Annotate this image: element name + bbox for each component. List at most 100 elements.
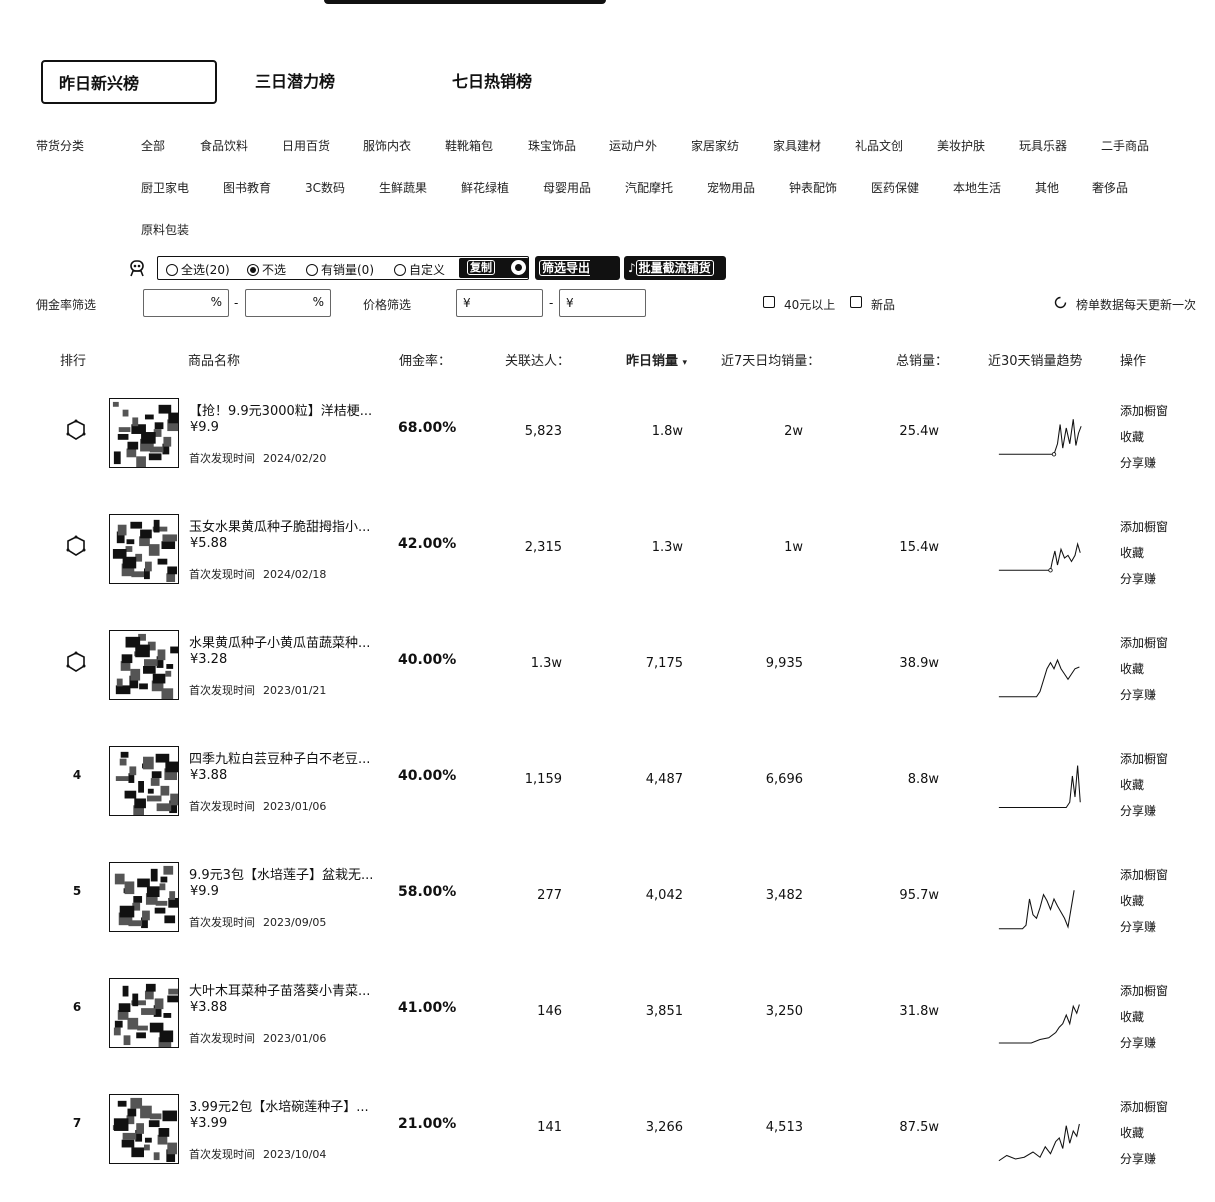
sales-trend-sparkline xyxy=(998,541,1081,573)
rank-medal-icon xyxy=(66,535,86,556)
category-item[interactable]: 其他 xyxy=(1035,179,1059,196)
category-item[interactable]: 汽配摩托 xyxy=(625,179,673,196)
over-40-checkbox[interactable] xyxy=(763,296,775,308)
category-item[interactable]: 服饰内衣 xyxy=(363,137,411,154)
product-thumbnail[interactable] xyxy=(109,746,179,816)
share-earn-link[interactable]: 分享赚 xyxy=(1120,1034,1156,1051)
product-price: ¥3.99 xyxy=(190,1116,228,1131)
category-item[interactable]: 厨卫家电 xyxy=(141,179,189,196)
batch-listing-button[interactable]: ♪ 批量截流铺货 xyxy=(624,256,726,280)
product-thumbnail[interactable] xyxy=(109,862,179,932)
category-item[interactable]: 全部 xyxy=(141,137,165,154)
category-item[interactable]: 玩具乐器 xyxy=(1019,137,1067,154)
share-earn-link[interactable]: 分享赚 xyxy=(1120,1150,1156,1167)
tab-yesterday-rising[interactable]: 昨日新兴榜 xyxy=(41,60,217,104)
yesterday-sales: 3,851 xyxy=(645,1004,683,1019)
category-item[interactable]: 原料包装 xyxy=(141,221,189,238)
favorite-link[interactable]: 收藏 xyxy=(1120,776,1144,793)
header-creators[interactable]: 关联达人： xyxy=(505,350,570,369)
table-row: 7 3.99元2包【水培碗莲种子】... ¥3.99 首次发现时间 2023/10/04… xyxy=(0,1086,1215,1202)
share-earn-link[interactable]: 分享赚 xyxy=(1120,454,1156,471)
new-item-checkbox[interactable] xyxy=(850,296,862,308)
category-item[interactable]: 运动户外 xyxy=(609,137,657,154)
product-title[interactable]: 四季九粒白芸豆种子白不老豆... xyxy=(189,748,389,767)
add-to-showcase-link[interactable]: 添加橱窗 xyxy=(1120,518,1168,535)
product-title[interactable]: 3.99元2包【水培碗莲种子】... xyxy=(189,1096,389,1115)
category-item[interactable]: 生鲜蔬果 xyxy=(379,179,427,196)
product-thumbnail[interactable] xyxy=(109,514,179,584)
category-item[interactable]: 家居家纺 xyxy=(691,137,739,154)
add-to-showcase-link[interactable]: 添加橱窗 xyxy=(1120,1098,1168,1115)
product-title[interactable]: 大叶木耳菜种子苗落葵小青菜... xyxy=(189,980,389,999)
radio-select-custom[interactable]: 自定义 xyxy=(394,261,445,278)
radio-select-has-sales[interactable]: 有销量(0) xyxy=(306,261,374,278)
share-earn-link[interactable]: 分享赚 xyxy=(1120,802,1156,819)
category-item[interactable]: 宠物用品 xyxy=(707,179,755,196)
favorite-link[interactable]: 收藏 xyxy=(1120,428,1144,445)
commission-max-input[interactable]: % xyxy=(245,289,331,317)
category-item[interactable]: 日用百货 xyxy=(282,137,330,154)
commission-min-input[interactable]: % xyxy=(143,289,229,317)
commission-rate: 42.00% xyxy=(398,536,457,552)
category-item[interactable]: 二手商品 xyxy=(1101,137,1149,154)
share-earn-link[interactable]: 分享赚 xyxy=(1120,570,1156,587)
product-thumbnail[interactable] xyxy=(109,1094,179,1164)
category-item[interactable]: 母婴用品 xyxy=(543,179,591,196)
gear-icon[interactable] xyxy=(511,260,526,275)
category-item[interactable]: 珠宝饰品 xyxy=(528,137,576,154)
product-thumbnail[interactable] xyxy=(109,978,179,1048)
favorite-link[interactable]: 收藏 xyxy=(1120,660,1144,677)
product-thumbnail[interactable] xyxy=(109,630,179,700)
radio-select-none[interactable]: 不选 xyxy=(247,261,286,278)
yesterday-sales: 1.8w xyxy=(651,424,683,439)
linked-creators: 1.3w xyxy=(530,656,562,671)
category-item[interactable]: 钟表配饰 xyxy=(789,179,837,196)
category-item[interactable]: 鞋靴箱包 xyxy=(445,137,493,154)
tab-three-day-potential[interactable]: 三日潜力榜 xyxy=(255,60,335,104)
category-item[interactable]: 3C数码 xyxy=(305,179,345,196)
add-to-showcase-link[interactable]: 添加橱窗 xyxy=(1120,750,1168,767)
product-title[interactable]: 【抢！9.9元3000粒】洋桔梗... xyxy=(189,400,389,419)
favorite-link[interactable]: 收藏 xyxy=(1120,1124,1144,1141)
header-yesterday-sales[interactable]: 昨日销量 ▾ xyxy=(626,350,687,369)
table-row: 5 9.9元3包【水培莲子】盆栽无... ¥9.9 首次发现时间 2023/09/05 5… xyxy=(0,854,1215,970)
tab-seven-day-hot[interactable]: 七日热销榜 xyxy=(452,60,532,104)
seven-day-avg-sales: 1w xyxy=(784,540,803,555)
yesterday-sales: 4,042 xyxy=(645,888,683,903)
category-item[interactable]: 医药保健 xyxy=(871,179,919,196)
favorite-link[interactable]: 收藏 xyxy=(1120,544,1144,561)
sort-desc-icon[interactable]: ▾ xyxy=(683,358,688,368)
header-7day-avg[interactable]: 近7天日均销量： xyxy=(721,350,820,369)
category-item[interactable]: 礼品文创 xyxy=(855,137,903,154)
header-commission[interactable]: 佣金率： xyxy=(399,350,451,369)
favorite-link[interactable]: 收藏 xyxy=(1120,1008,1144,1025)
product-title[interactable]: 玉女水果黄瓜种子脆甜拇指小... xyxy=(189,516,389,535)
first-found-time: 首次发现时间 2023/10/04 xyxy=(189,1148,327,1161)
category-item[interactable]: 鲜花绿植 xyxy=(461,179,509,196)
category-item[interactable]: 本地生活 xyxy=(953,179,1001,196)
header-total-sales[interactable]: 总销量： xyxy=(896,350,948,369)
price-max-input[interactable]: ¥ xyxy=(559,289,646,317)
add-to-showcase-link[interactable]: 添加橱窗 xyxy=(1120,402,1168,419)
product-title[interactable]: 9.9元3包【水培莲子】盆栽无... xyxy=(189,864,389,883)
radio-select-all[interactable]: 全选(20) xyxy=(166,261,230,278)
refresh-icon xyxy=(1054,296,1067,309)
product-thumbnail[interactable] xyxy=(109,398,179,468)
category-item[interactable]: 家具建材 xyxy=(773,137,821,154)
share-earn-link[interactable]: 分享赚 xyxy=(1120,686,1156,703)
category-item[interactable]: 美妆护肤 xyxy=(937,137,985,154)
add-to-showcase-link[interactable]: 添加橱窗 xyxy=(1120,634,1168,651)
category-item[interactable]: 奢侈品 xyxy=(1092,179,1128,196)
add-to-showcase-link[interactable]: 添加橱窗 xyxy=(1120,982,1168,999)
price-min-input[interactable]: ¥ xyxy=(456,289,543,317)
header-30day-trend: 近30天销量趋势 xyxy=(988,354,1083,369)
yesterday-sales: 3,266 xyxy=(645,1120,683,1135)
category-item[interactable]: 食品饮料 xyxy=(200,137,248,154)
category-item[interactable]: 图书教育 xyxy=(223,179,271,196)
filter-export-button[interactable]: 筛选导出(20) xyxy=(535,256,620,300)
favorite-link[interactable]: 收藏 xyxy=(1120,892,1144,909)
copy-button[interactable]: 复制 xyxy=(459,258,529,278)
share-earn-link[interactable]: 分享赚 xyxy=(1120,918,1156,935)
add-to-showcase-link[interactable]: 添加橱窗 xyxy=(1120,866,1168,883)
product-title[interactable]: 水果黄瓜种子小黄瓜苗蔬菜种... xyxy=(189,632,389,651)
